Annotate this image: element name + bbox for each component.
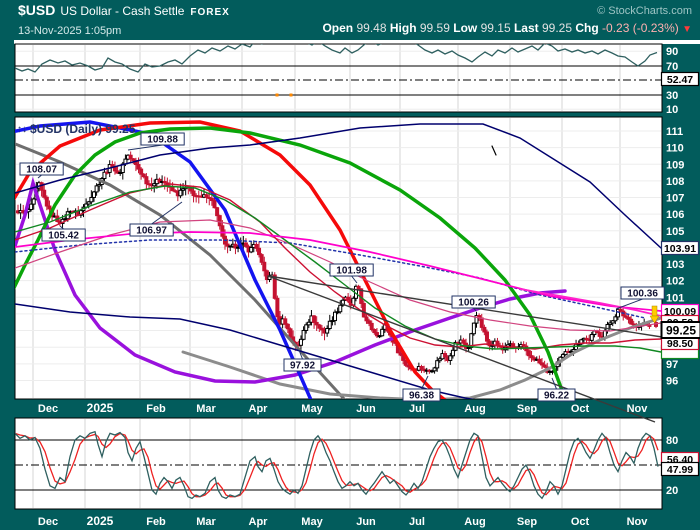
axis-label: 70 (666, 61, 678, 73)
svg-text:100.36: 100.36 (627, 289, 658, 300)
month-label: May (301, 516, 323, 528)
month-label: Dec (38, 403, 58, 415)
month-label: Dec (38, 516, 58, 528)
stoch-panel (15, 418, 662, 509)
svg-text:99.25: 99.25 (666, 324, 696, 338)
axis-label: 103 (666, 259, 684, 271)
month-label: 2025 (87, 514, 114, 528)
svg-text:106.97: 106.97 (136, 226, 167, 237)
svg-text:47.99: 47.99 (667, 464, 693, 476)
svg-text:98.50: 98.50 (667, 338, 693, 350)
rsi-panel (15, 44, 662, 112)
month-label: Sep (517, 403, 537, 415)
month-label: Jul (409, 516, 425, 528)
rsi-value-box: 52.47 (662, 73, 699, 86)
month-label: Aug (464, 516, 485, 528)
month-label: Mar (196, 516, 216, 528)
month-label: Sep (517, 516, 537, 528)
month-label: Jul (409, 403, 425, 415)
month-label: Apr (249, 516, 269, 528)
svg-text:97.92: 97.92 (290, 361, 315, 372)
axis-label: 96 (666, 375, 678, 387)
month-label: 2025 (87, 401, 114, 415)
svg-text:105.42: 105.42 (48, 231, 79, 242)
axis-label: 106 (666, 209, 684, 221)
annotation-arrows-icon: ↑↓ (17, 124, 27, 135)
canvas-margin (14, 40, 700, 44)
axis-label: 20 (666, 485, 678, 497)
month-label: Mar (196, 403, 216, 415)
last-price-box: 99.25 (662, 322, 700, 338)
axis-label: 101 (666, 292, 684, 304)
month-label: May (301, 403, 323, 415)
axis-label: 105 (666, 226, 684, 238)
svg-text:52.47: 52.47 (667, 74, 693, 86)
month-label: Oct (571, 403, 590, 415)
axis-label: 30 (666, 90, 678, 102)
axis-label: 90 (666, 46, 678, 58)
month-label: Jun (356, 516, 376, 528)
month-label: Oct (571, 516, 590, 528)
month-label: Aug (464, 403, 485, 415)
month-label: Jun (356, 403, 376, 415)
stoch-k-value-box: 47.99 (662, 463, 699, 476)
svg-text:96.38: 96.38 (409, 391, 434, 402)
main-title-text: $USD (Daily) 99.25 (30, 122, 136, 136)
month-label: Apr (249, 403, 269, 415)
axis-label: 109 (666, 159, 684, 171)
svg-text:100.26: 100.26 (458, 298, 489, 309)
month-label: Feb (146, 403, 166, 415)
axis-label: 10 (666, 104, 678, 116)
chart-canvas[interactable]: 108.07 109.88 106.97 105.42 101.98 97.92 96.38… (0, 0, 700, 530)
svg-text:101.98: 101.98 (336, 266, 367, 277)
main-chart-title: ↑↓$USD (Daily) 99.25 (17, 122, 136, 136)
axis-label: 107 (666, 193, 684, 205)
svg-text:109.88: 109.88 (147, 135, 178, 146)
month-label: Feb (146, 516, 166, 528)
svg-text:103.91: 103.91 (664, 243, 696, 255)
axis-label: 80 (666, 435, 678, 447)
upper-band-value-box: 103.91 (662, 242, 699, 255)
axis-label: 108 (666, 176, 684, 188)
axis-label: 102 (666, 276, 684, 288)
axis-label: 97 (666, 359, 678, 371)
rsi-alert-dot (276, 94, 279, 97)
month-label: Nov (627, 403, 649, 415)
rsi-alert-dot (290, 94, 293, 97)
svg-text:108.07: 108.07 (26, 165, 57, 176)
axis-label: 110 (666, 143, 684, 155)
svg-text:96.22: 96.22 (544, 391, 569, 402)
axis-label: 111 (666, 126, 683, 138)
month-label: Nov (627, 516, 649, 528)
